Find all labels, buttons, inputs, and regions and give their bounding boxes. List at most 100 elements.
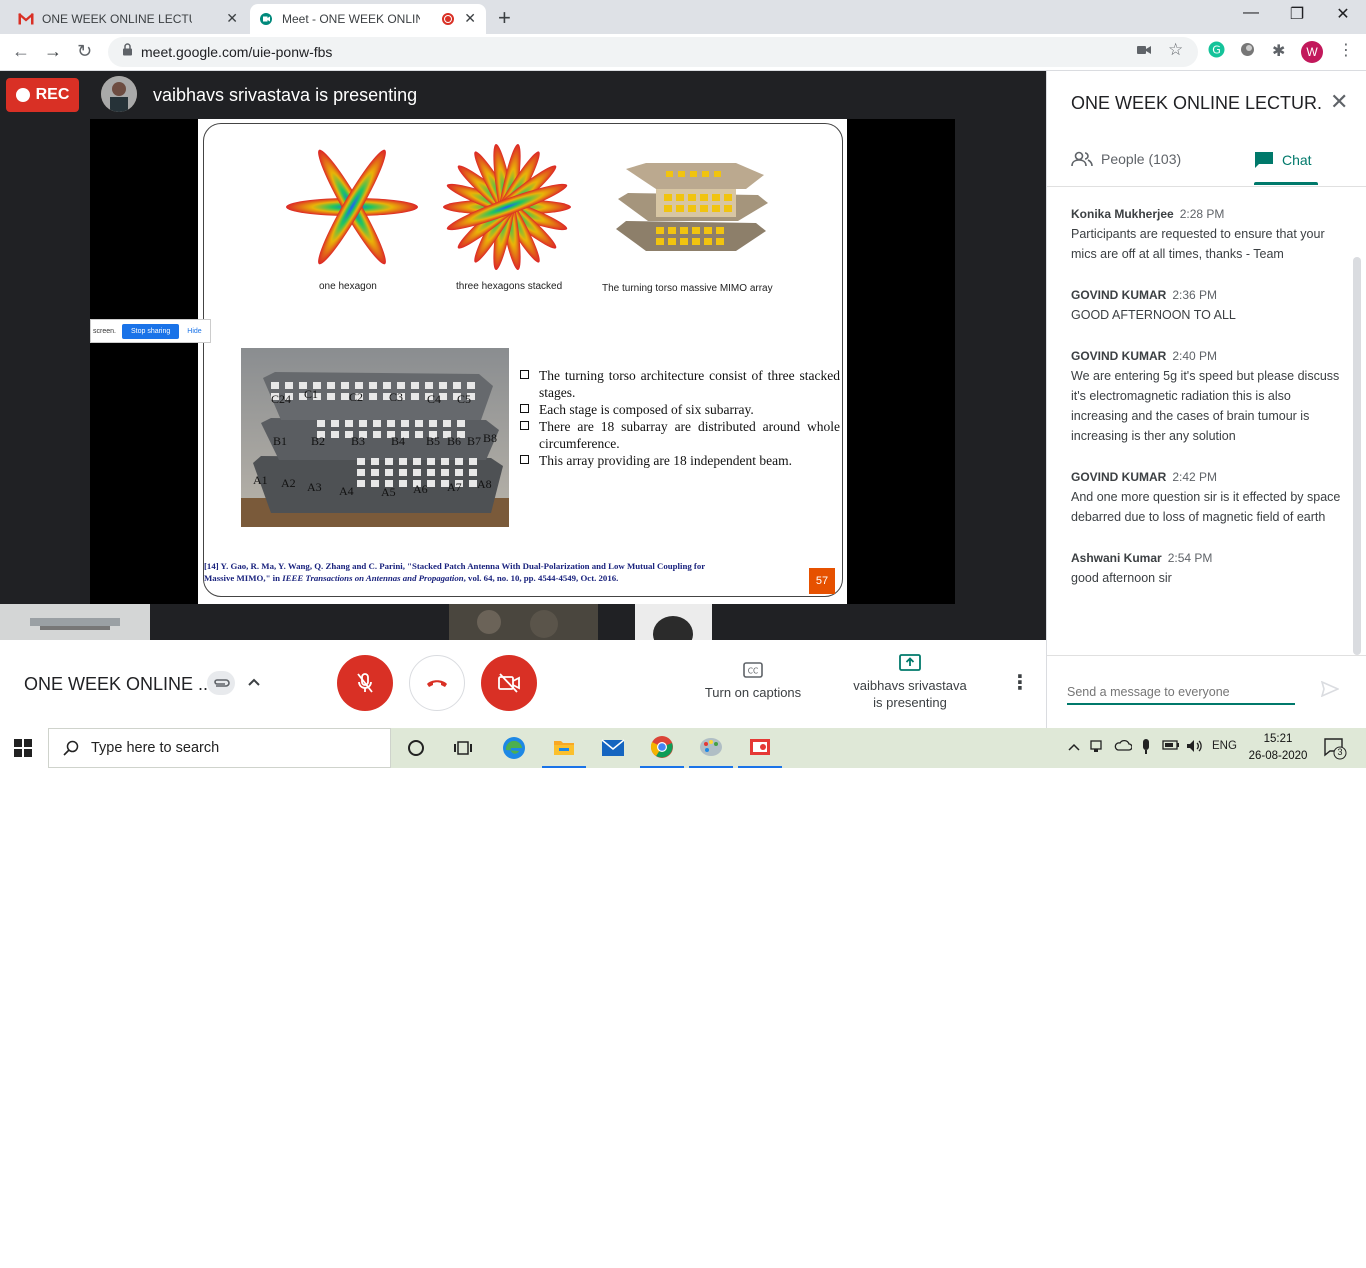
- action-center-icon[interactable]: 3: [1324, 738, 1348, 763]
- back-icon[interactable]: ←: [12, 41, 30, 62]
- chrome-icon[interactable]: [640, 728, 684, 768]
- hide-share-notice-button[interactable]: Hide: [187, 328, 201, 335]
- paint-icon[interactable]: [689, 728, 733, 768]
- array-label: A6: [413, 482, 428, 496]
- slide-reference: [14] Y. Gao, R. Ma, Y. Wang, Q. Zhang an…: [204, 560, 794, 584]
- camera-toggle-button[interactable]: [481, 655, 537, 711]
- cortana-icon[interactable]: [394, 728, 438, 768]
- close-panel-icon[interactable]: ✕: [1330, 89, 1348, 115]
- meeting-name[interactable]: ONE WEEK ONLINE ...: [24, 674, 213, 695]
- notification-count: 3: [1337, 747, 1343, 757]
- array-window-cell: [331, 420, 339, 427]
- new-tab-button[interactable]: +: [498, 5, 511, 31]
- screen-share-notice: screen. Stop sharing Hide: [90, 319, 211, 343]
- more-options-icon[interactable]: ⋮: [1010, 670, 1030, 695]
- array-window-cell: [341, 382, 349, 389]
- array-window-cell: [373, 420, 381, 427]
- show-hidden-icons-icon[interactable]: [1068, 739, 1080, 754]
- browser-menu-icon[interactable]: ⋮: [1338, 40, 1354, 60]
- search-icon: [63, 740, 79, 756]
- array-label: B2: [311, 434, 325, 448]
- browser-tab-meet[interactable]: Meet - ONE WEEK ONLINE L ✕: [250, 4, 486, 34]
- array-window-cell: [399, 480, 407, 487]
- attachment-icon[interactable]: [207, 671, 235, 695]
- message-text: Participants are requested to ensure tha…: [1071, 227, 1325, 261]
- leave-call-button[interactable]: [409, 655, 465, 711]
- language-indicator[interactable]: ENG: [1212, 740, 1237, 752]
- meeting-controls-bar: ONE WEEK ONLINE ... CC Turn on captions …: [0, 640, 1046, 728]
- restore-button[interactable]: ❐: [1274, 4, 1320, 24]
- presenting-button[interactable]: vaibhavs srivastava is presenting: [846, 654, 974, 710]
- tab-chat[interactable]: Chat: [1254, 151, 1312, 169]
- gmail-icon: [18, 11, 34, 27]
- camera-in-use-icon[interactable]: [1137, 42, 1151, 59]
- profile-avatar[interactable]: W: [1301, 41, 1323, 63]
- close-tab-icon[interactable]: ✕: [464, 10, 476, 27]
- onedrive-icon[interactable]: [1114, 739, 1133, 754]
- array-window-cell: [429, 420, 437, 427]
- windows-start-icon[interactable]: [14, 739, 32, 762]
- reload-icon[interactable]: ↻: [77, 41, 92, 62]
- lock-icon: [122, 43, 133, 61]
- extension-icon[interactable]: [1240, 42, 1255, 61]
- bookmark-star-icon[interactable]: ☆: [1168, 40, 1183, 60]
- participant-thumbnail[interactable]: [0, 604, 150, 640]
- chevron-up-icon[interactable]: [247, 674, 261, 690]
- extensions-puzzle-icon[interactable]: ✱: [1272, 41, 1285, 61]
- url-text: meet.google.com/uie-ponw-fbs: [141, 44, 333, 60]
- participant-thumbnail[interactable]: [635, 604, 712, 640]
- edge-browser-icon[interactable]: [492, 728, 536, 768]
- array-window-cell: [427, 458, 435, 465]
- file-explorer-icon[interactable]: [542, 728, 586, 768]
- taskbar-clock[interactable]: 15:21 26-08-2020: [1246, 731, 1310, 765]
- mail-icon[interactable]: [591, 728, 635, 768]
- chat-message-input[interactable]: [1067, 681, 1295, 705]
- microphone-toggle-button[interactable]: [337, 655, 393, 711]
- browser-tab-gmail[interactable]: ONE WEEK ONLINE LECTURE SER ✕: [10, 4, 248, 34]
- bullet-text: The turning torso architecture consist o…: [539, 368, 840, 400]
- task-view-icon[interactable]: [441, 728, 485, 768]
- chat-tab-label: Chat: [1282, 152, 1312, 168]
- grammarly-icon[interactable]: G: [1208, 41, 1225, 62]
- taskbar-search-box[interactable]: Type here to search: [48, 728, 391, 768]
- tab-title: ONE WEEK ONLINE LECTURE SER: [42, 12, 192, 26]
- array-window-cell: [453, 382, 461, 389]
- network-icon[interactable]: [1090, 739, 1106, 756]
- bullet-text: Each stage is composed of six subarray.: [539, 402, 754, 417]
- array-window-cell: [385, 469, 393, 476]
- array-label: C1: [304, 387, 318, 401]
- array-window-cell: [469, 458, 477, 465]
- address-bar[interactable]: meet.google.com/uie-ponw-fbs: [108, 37, 1198, 67]
- hang-up-icon: [427, 680, 447, 687]
- browser-toolbar: ← → ↻ meet.google.com/uie-ponw-fbs ☆ G ✱…: [0, 34, 1366, 71]
- array-label: A7: [447, 480, 462, 494]
- message-text: GOOD AFTERNOON TO ALL: [1071, 308, 1236, 322]
- chat-scrollbar[interactable]: [1353, 257, 1361, 655]
- forward-icon[interactable]: →: [44, 41, 62, 62]
- captions-button[interactable]: CC Turn on captions: [700, 662, 806, 700]
- array-label: C3: [389, 390, 403, 404]
- tab-people[interactable]: People (103): [1071, 151, 1181, 167]
- presenter-banner: vaibhavs srivastava is presenting: [153, 85, 418, 105]
- battery-icon[interactable]: [1162, 739, 1180, 754]
- participant-thumbnail[interactable]: [449, 604, 598, 640]
- array-window-cell: [285, 382, 293, 389]
- array-label: B8: [483, 431, 497, 445]
- close-tab-icon[interactable]: ✕: [226, 10, 238, 27]
- array-window-cell: [415, 420, 423, 427]
- window-close-button[interactable]: ✕: [1320, 4, 1366, 24]
- array-window-cell: [413, 458, 421, 465]
- array-window-cell: [271, 382, 279, 389]
- send-icon[interactable]: [1320, 680, 1340, 702]
- closed-captions-icon: CC: [743, 662, 763, 678]
- chat-side-panel: ONE WEEK ONLINE LECTUR... ✕ People (103)…: [1046, 71, 1366, 728]
- array-window-cell: [443, 420, 451, 427]
- presentation-app-icon[interactable]: [738, 728, 782, 768]
- stop-sharing-button[interactable]: Stop sharing: [121, 323, 180, 339]
- microphone-tray-icon[interactable]: [1141, 739, 1151, 758]
- array-label: A2: [281, 476, 296, 490]
- checkbox-bullet-icon: [520, 455, 529, 464]
- volume-icon[interactable]: [1186, 739, 1204, 756]
- minimize-button[interactable]: —: [1228, 4, 1274, 22]
- message-time: 2:28 PM: [1179, 207, 1225, 221]
